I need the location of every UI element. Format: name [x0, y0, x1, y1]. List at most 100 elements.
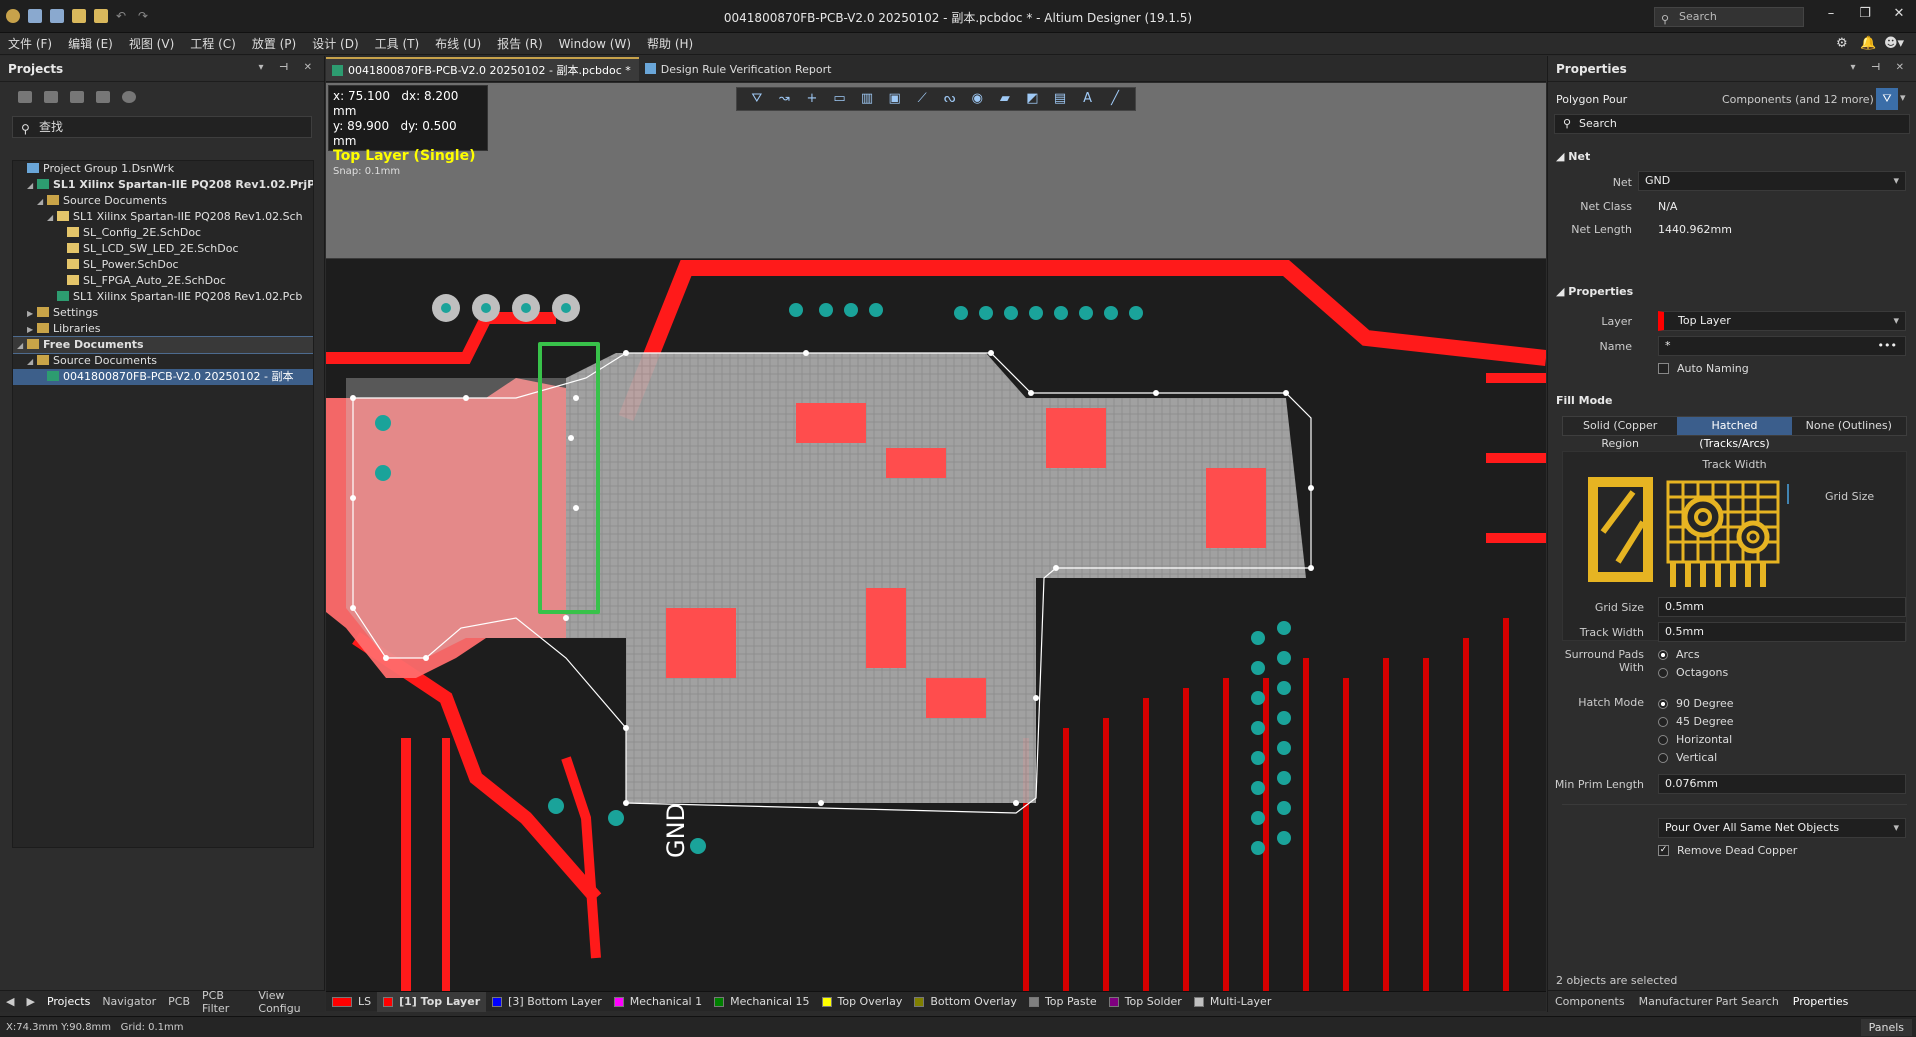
layer-tab[interactable]: Mechanical 15	[708, 992, 815, 1012]
panel-controls[interactable]: ▾ ⊣ ✕	[1850, 62, 1910, 73]
layer-tab[interactable]: Mechanical 1	[608, 992, 708, 1012]
fill-mode-option[interactable]: Solid (Copper Region	[1563, 417, 1678, 450]
layer-tab[interactable]: [1] Top Layer	[377, 991, 487, 1012]
project-settings-icon[interactable]	[122, 91, 136, 103]
selection-rectangle[interactable]	[538, 342, 600, 614]
expand-arrow-icon[interactable]: ▶	[27, 306, 37, 322]
tree-node[interactable]: SL_LCD_SW_LED_2E.SchDoc	[13, 241, 313, 257]
remove-dead-copper-checkbox[interactable]: ✓ Remove Dead Copper	[1658, 844, 1797, 857]
expand-arrow-icon[interactable]: ◢	[17, 338, 27, 354]
expand-arrow-icon[interactable]: ▶	[27, 322, 37, 338]
fill-mode-option[interactable]: Hatched (Tracks/Arcs)	[1677, 417, 1792, 450]
tree-node[interactable]: ◢ Source Documents	[13, 193, 313, 209]
radio-option[interactable]: Horizontal	[1658, 733, 1732, 746]
restore-button[interactable]: ❐	[1852, 6, 1878, 26]
fill-mode-option[interactable]: None (Outlines)	[1791, 417, 1906, 435]
menu-item[interactable]: 布线 (U)	[427, 35, 489, 52]
interactive-route-icon[interactable]: ⟋	[914, 91, 930, 107]
user-icon[interactable]: ☻▾	[1884, 36, 1904, 51]
scroll-left-icon[interactable]: ◀	[0, 995, 20, 1008]
layer-tab[interactable]: Top Solder	[1103, 992, 1188, 1012]
tree-node[interactable]: SL1 Xilinx Spartan-IIE PQ208 Rev1.02.Pcb	[13, 289, 313, 305]
open-project-icon[interactable]	[94, 9, 108, 23]
net-dropdown[interactable]: GND	[1638, 171, 1906, 191]
layer-dropdown[interactable]: Top Layer	[1658, 311, 1906, 331]
panel-tab[interactable]: PCB	[162, 995, 196, 1008]
line-icon[interactable]: ╱	[1107, 91, 1123, 107]
pour-over-dropdown[interactable]: Pour Over All Same Net Objects	[1658, 818, 1906, 838]
more-icon[interactable]: •••	[1878, 337, 1897, 355]
panel-tab[interactable]: PCB Filter	[196, 989, 252, 1015]
radio-option[interactable]: Octagons	[1658, 666, 1728, 679]
net-section-header[interactable]: ◢ Net	[1556, 150, 1590, 163]
radio-option[interactable]: 90 Degree	[1658, 697, 1734, 710]
global-search-input[interactable]: ⚲ Search	[1654, 7, 1804, 27]
menu-item[interactable]: Window (W)	[551, 37, 639, 51]
menu-item[interactable]: 帮助 (H)	[639, 35, 701, 52]
chevron-down-icon[interactable]: ▾	[1900, 91, 1906, 104]
gear-icon[interactable]: ⚙	[1836, 36, 1848, 51]
align-icon[interactable]: ▥	[859, 91, 875, 107]
expand-arrow-icon[interactable]: ◢	[27, 178, 37, 194]
panel-controls[interactable]: ▾ ⊣ ✕	[258, 62, 318, 73]
panels-button[interactable]: Panels	[1860, 1019, 1912, 1036]
undo-icon[interactable]: ↶	[116, 9, 130, 23]
min-prim-length-field[interactable]: 0.076mm	[1658, 774, 1906, 794]
redo-icon[interactable]: ↷	[138, 9, 152, 23]
tree-node[interactable]: 0041800870FB-PCB-V2.0 20250102 - 副本	[13, 369, 313, 385]
save-project-icon[interactable]	[18, 91, 32, 103]
properties-section-header[interactable]: ◢ Properties	[1556, 285, 1633, 298]
layer-tab[interactable]: [3] Bottom Layer	[486, 992, 608, 1012]
close-button[interactable]: ✕	[1886, 6, 1912, 26]
selection-filter-label[interactable]: Components (and 12 more)	[1722, 93, 1874, 106]
open-folder-icon[interactable]	[72, 9, 86, 23]
menu-item[interactable]: 放置 (P)	[244, 35, 304, 52]
expand-arrow-icon[interactable]: ◢	[27, 354, 37, 370]
keepout-icon[interactable]: ◩	[1024, 91, 1040, 107]
properties-search-input[interactable]: ⚲ Search	[1554, 114, 1910, 134]
tree-node[interactable]: ◢ Free Documents	[13, 336, 313, 354]
menu-item[interactable]: 编辑 (E)	[60, 35, 121, 52]
layer-tab[interactable]: Top Paste	[1023, 992, 1103, 1012]
pcb-board[interactable]: GND	[326, 258, 1546, 991]
save-icon[interactable]	[28, 9, 42, 23]
tree-node[interactable]: ◢ SL1 Xilinx Spartan-IIE PQ208 Rev1.02.Sc…	[13, 209, 313, 225]
text-icon[interactable]: A	[1080, 91, 1096, 107]
panel-tab[interactable]: Manufacturer Part Search	[1632, 995, 1786, 1008]
menu-item[interactable]: 工程 (C)	[182, 35, 244, 52]
track-width-field[interactable]: 0.5mm	[1658, 622, 1906, 642]
name-field[interactable]: * •••	[1658, 336, 1906, 356]
radio-option[interactable]: Vertical	[1658, 751, 1717, 764]
tree-node[interactable]: SL_FPGA_Auto_2E.SchDoc	[13, 273, 313, 289]
dimension-icon[interactable]: ▤	[1052, 91, 1068, 107]
close-project-icon[interactable]	[96, 91, 110, 103]
expand-arrow-icon[interactable]: ◢	[47, 210, 57, 226]
component-icon[interactable]: ▣	[887, 91, 903, 107]
save-all-icon[interactable]	[50, 9, 64, 23]
panel-tab[interactable]: Navigator	[96, 995, 162, 1008]
layer-tab[interactable]: LS	[326, 992, 377, 1012]
radio-option[interactable]: 45 Degree	[1658, 715, 1734, 728]
layer-tab[interactable]: Bottom Overlay	[908, 992, 1023, 1012]
expand-arrow-icon[interactable]: ◢	[37, 194, 47, 210]
panel-tab[interactable]: Projects	[41, 995, 96, 1008]
minimize-button[interactable]: –	[1818, 6, 1844, 26]
layer-tab[interactable]: Top Overlay	[816, 992, 909, 1012]
panel-tab[interactable]: View Configu	[252, 989, 325, 1015]
filter-icon[interactable]: ⛛	[1876, 88, 1898, 110]
auto-naming-checkbox[interactable]: Auto Naming	[1658, 362, 1749, 375]
select-rect-icon[interactable]: ▭	[831, 91, 847, 107]
panel-tab[interactable]: Properties	[1786, 995, 1856, 1008]
tree-node[interactable]: ▶ Settings	[13, 305, 313, 321]
menu-item[interactable]: 文件 (F)	[0, 35, 60, 52]
menu-item[interactable]: 工具 (T)	[367, 35, 428, 52]
grid-size-field[interactable]: 0.5mm	[1658, 597, 1906, 617]
via-icon[interactable]: ◉	[969, 91, 985, 107]
tree-node[interactable]: ▶ Libraries	[13, 321, 313, 337]
layer-tab[interactable]: Multi-Layer	[1188, 992, 1278, 1012]
pcb-canvas[interactable]: GND x: 75.100 dx: 8.200 mm y: 89.900 dy:…	[326, 83, 1546, 991]
compile-icon[interactable]	[44, 91, 58, 103]
route-icon[interactable]: ↝	[776, 91, 792, 107]
tree-node[interactable]: ◢ SL1 Xilinx Spartan-IIE PQ208 Rev1.02.Pr…	[13, 177, 313, 193]
scroll-right-icon[interactable]: ▶	[20, 995, 40, 1008]
